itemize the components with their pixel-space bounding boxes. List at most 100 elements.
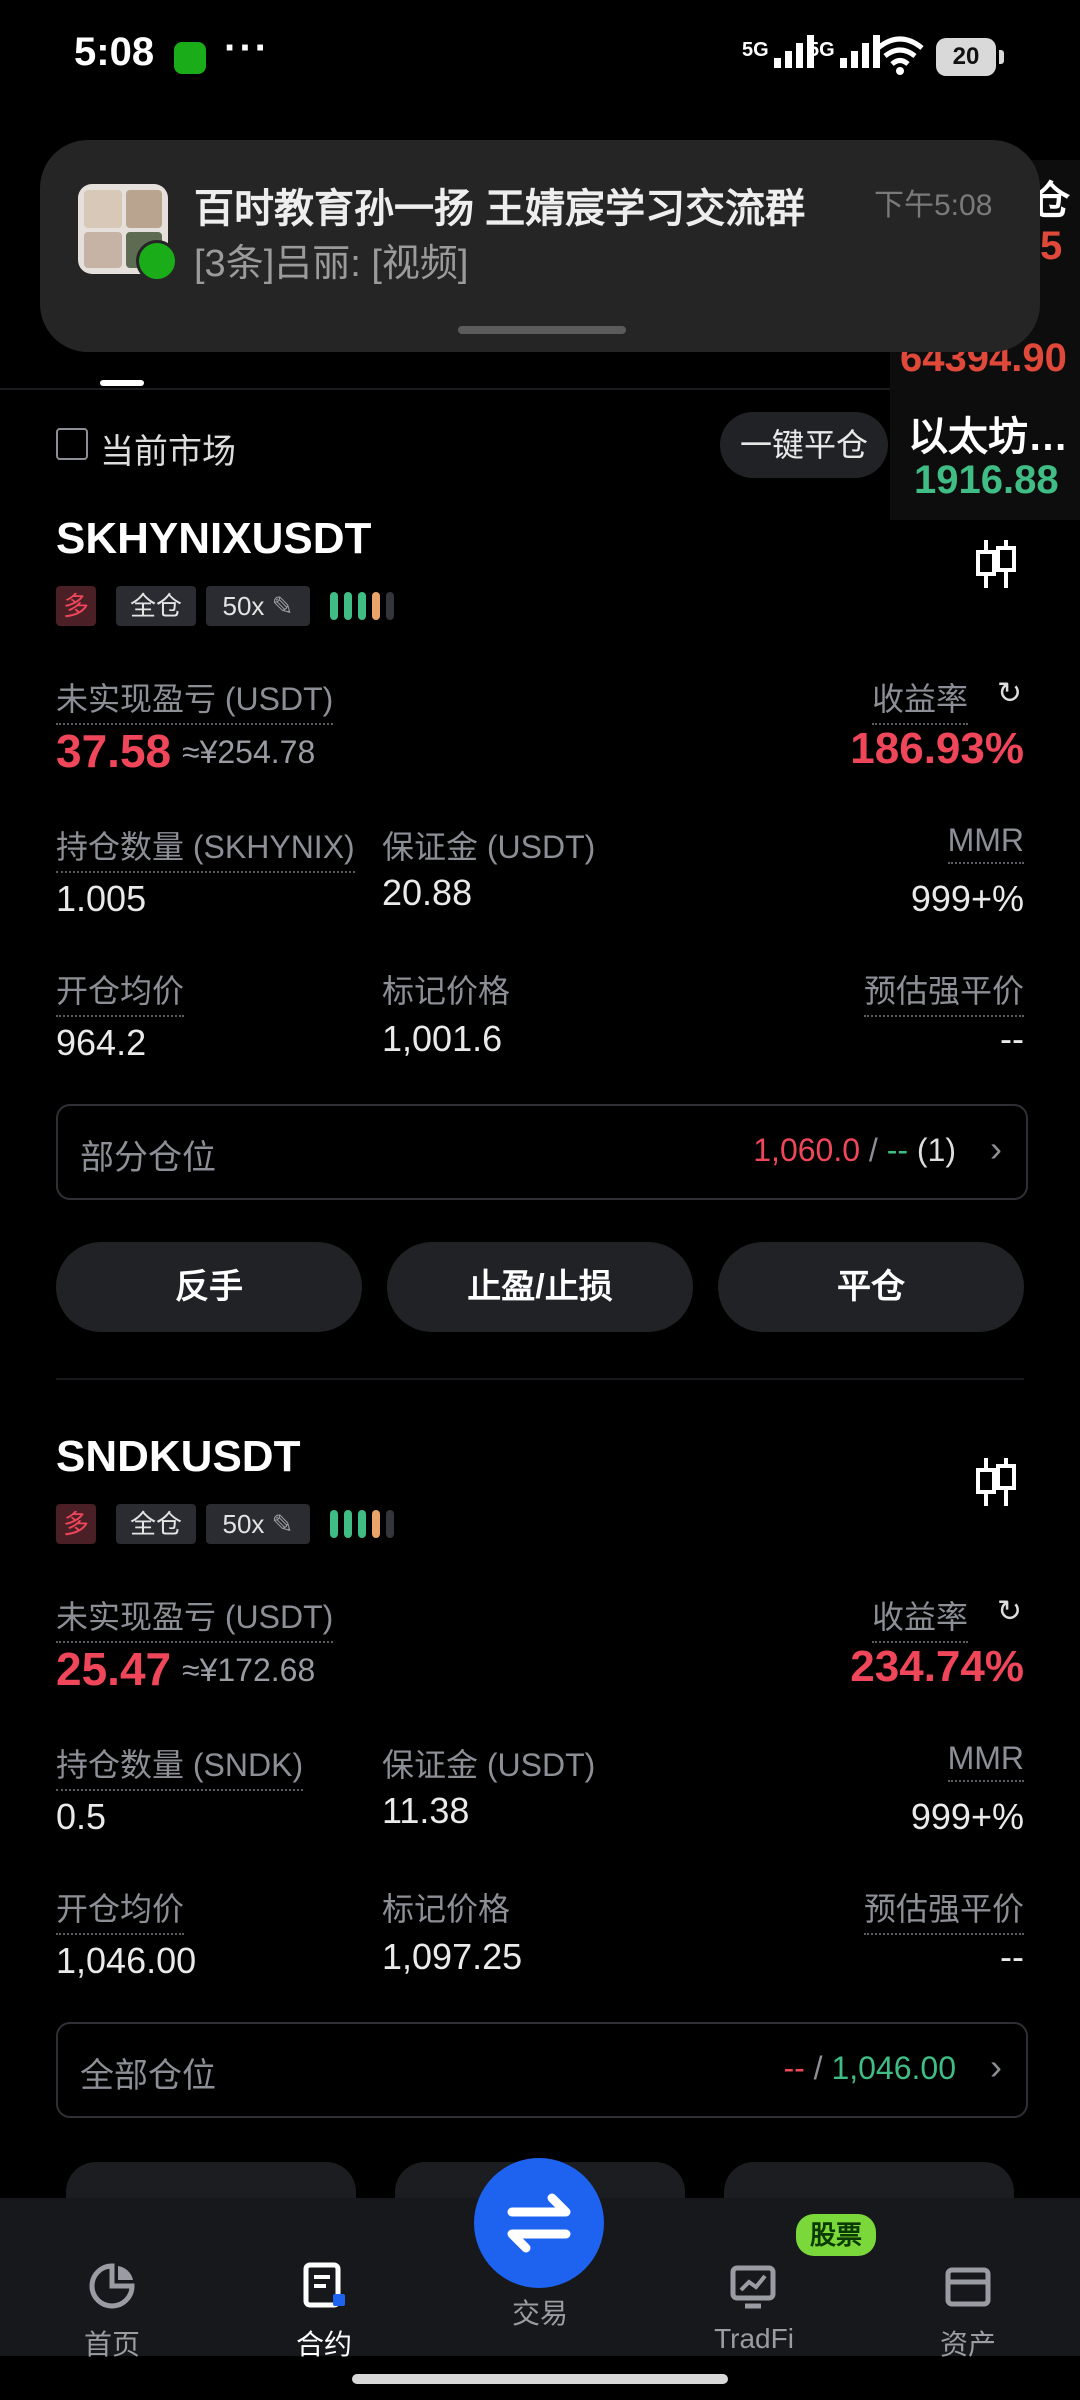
nav-assets[interactable]: 资产 [888,2262,1048,2363]
roe-value: 234.74% [850,1642,1024,1691]
take-profit-value: 1,060.0 [753,1132,861,1168]
tpsl-button[interactable]: 止盈/止损 [387,1242,693,1332]
position-qty-value: 1.005 [56,878,147,919]
tab-divider [0,388,890,390]
status-bar: 5:08 ··· 5G 5G 20 [0,0,1080,120]
edit-pencil-icon: ✎ [271,591,294,621]
side-tag-long: 多 [56,1504,96,1544]
stop-loss-value: 1,046.00 [831,2050,956,2086]
margin-label: 保证金 (USDT) [382,829,596,865]
nav-assets-label: 资产 [939,2329,996,2360]
mmr-value: 999+% [910,878,1024,919]
full-position-values: -- / 1,046.00 [783,2050,956,2087]
margin-label: 保证金 (USDT) [382,1747,596,1783]
swap-arrows-icon [507,2193,571,2253]
nav-tradfi[interactable]: TradFi [674,2262,834,2355]
nav-contract[interactable]: 合约 [244,2262,404,2363]
close-position-button[interactable]: 平仓 [718,1242,1024,1332]
signal-5g-icon: 5G [742,34,818,70]
unrealized-pnl-label[interactable]: 未实现盈亏 (USDT) [56,674,334,725]
tpsl-separator: / [860,1132,887,1168]
notification-handle[interactable] [458,326,626,334]
mark-price-value: 1,001.6 [382,1018,503,1059]
roe-value: 186.93% [850,724,1024,773]
current-market-checkbox[interactable] [56,428,88,460]
margin-value: 11.38 [382,1790,470,1831]
mmr-label[interactable]: MMR [947,822,1024,864]
liquidation-price-label[interactable]: 预估强平价 [863,966,1024,1017]
margin-value: 20.88 [382,872,473,913]
nav-home-label: 首页 [83,2329,140,2360]
entry-price-label[interactable]: 开仓均价 [56,966,185,1017]
trade-fab-button[interactable] [474,2158,604,2288]
liquidation-price-value: -- [1000,1018,1024,1059]
more-dots-icon: ··· [224,26,270,70]
position-symbol[interactable]: SKHYNIXUSDT [56,514,371,564]
home-indicator[interactable] [352,2374,728,2384]
wifi-icon [876,36,924,75]
edit-pencil-icon: ✎ [271,1509,294,1539]
notification-time: 下午5:08 [874,189,993,222]
unrealized-pnl-cny: ≈¥172.68 [182,1652,316,1688]
liquidation-price-value: -- [1000,1936,1024,1977]
refresh-icon[interactable]: ↻ [997,1594,1022,1629]
chevron-right-icon: › [990,2046,1002,2087]
leverage-value: 50x [222,591,265,621]
position-qty-label[interactable]: 持仓数量 (SNDK) [56,1740,304,1791]
liquidation-price-label[interactable]: 预估强平价 [863,1884,1024,1935]
battery-icon: 20 [936,38,1004,76]
contract-document-icon [303,2262,345,2308]
tab-indicator [100,380,144,386]
candlestick-chart-icon[interactable] [974,1456,1018,1508]
card-divider [56,1378,1024,1380]
refresh-icon[interactable]: ↻ [997,676,1022,711]
mmr-value: 999+% [910,1796,1024,1837]
mmr-label[interactable]: MMR [947,1740,1024,1782]
tradfi-monitor-icon [730,2265,776,2309]
mark-price-label: 标记价格 [382,1891,511,1927]
candlestick-chart-icon[interactable] [974,538,1018,590]
reverse-button[interactable]: 反手 [56,1242,362,1332]
partial-position-label: 部分仓位 [80,1139,216,1177]
mark-price-label: 标记价格 [382,973,511,1009]
roe-label[interactable]: 收益率 [871,1592,968,1643]
position-qty-label[interactable]: 持仓数量 (SKHYNIX) [56,822,355,873]
signal-5g-icon-2: 5G [808,34,884,70]
entry-price-value: 1,046.00 [56,1940,197,1981]
stock-badge: 股票 [796,2214,876,2256]
unrealized-pnl-value: 37.58 [56,725,172,777]
mark-price-value: 1,097.25 [382,1936,523,1977]
leverage-tag[interactable]: 50x ✎ [206,586,310,626]
stop-loss-value: -- [886,1132,908,1168]
nav-contract-label: 合约 [295,2329,352,2360]
wechat-icon [174,42,206,74]
position-symbol[interactable]: SNDKUSDT [56,1432,300,1482]
one-click-close-button[interactable]: 一键平仓 [720,412,888,478]
nav-tradfi-label: TradFi [714,2323,794,2354]
wallet-icon [945,2267,991,2307]
wechat-notification[interactable]: 百时教育孙一扬 王婧宸学习交流群 下午5:08 [3条]吕丽: [视频] [40,140,1040,352]
take-profit-value: -- [783,2050,805,2086]
unrealized-pnl-label[interactable]: 未实现盈亏 (USDT) [56,1592,334,1643]
tpsl-separator: / [804,2050,832,2086]
ticker-item3-value: 1916.88 [914,458,1059,502]
entry-price-label[interactable]: 开仓均价 [56,1884,185,1935]
wechat-badge-icon [136,240,178,282]
position-qty-value: 0.5 [56,1796,107,1837]
entry-price-value: 964.2 [56,1022,147,1063]
status-time: 5:08 [74,30,155,74]
side-tag-long: 多 [56,586,96,626]
roe-label[interactable]: 收益率 [871,674,968,725]
unrealized-pnl-value: 25.47 [56,1643,172,1695]
leverage-tag[interactable]: 50x ✎ [206,1504,310,1544]
leverage-value: 50x [222,1509,265,1539]
full-position-row[interactable]: 全部仓位 -- / 1,046.00 › [56,2022,1028,2118]
partial-position-row[interactable]: 部分仓位 1,060.0 / -- (1) › [56,1104,1028,1200]
partial-position-values: 1,060.0 / -- (1) [753,1132,956,1169]
current-market-label: 当前市场 [100,433,236,471]
nav-home[interactable]: 首页 [32,2262,192,2363]
home-chart-icon [89,2263,135,2309]
chevron-right-icon: › [990,1128,1002,1169]
margin-mode-tag: 全仓 [116,1504,196,1544]
nav-trade[interactable]: 交易 [460,2292,620,2332]
